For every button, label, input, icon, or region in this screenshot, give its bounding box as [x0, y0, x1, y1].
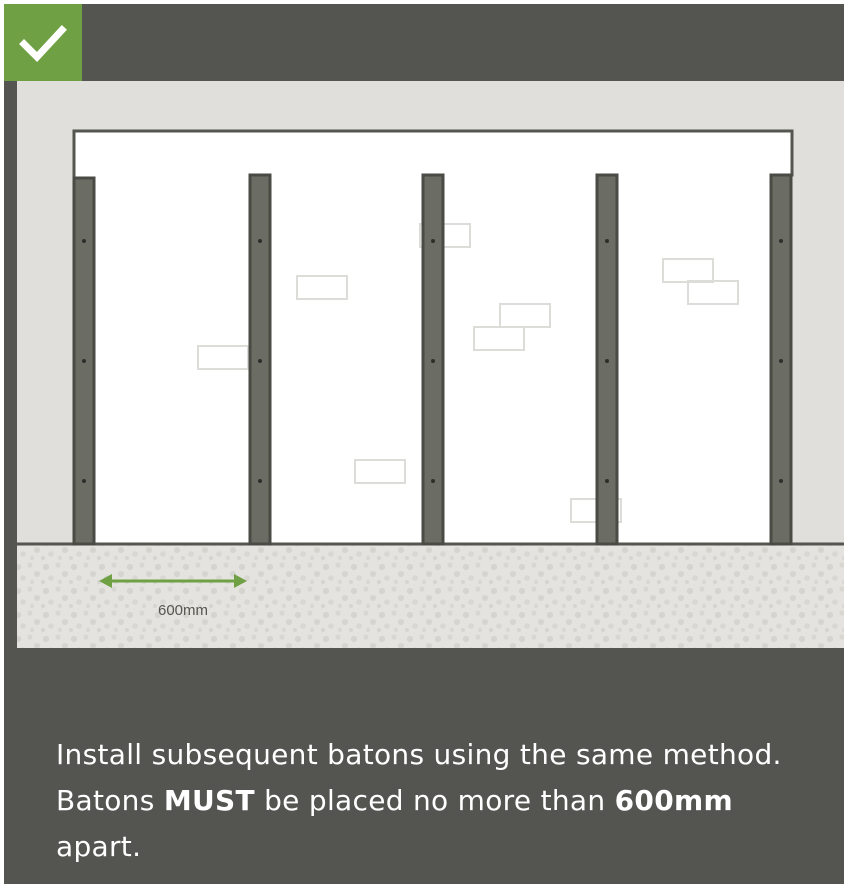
baton-5-screw-3 [779, 479, 783, 483]
baton-3-screw-3 [431, 479, 435, 483]
baton-1-screw-1 [82, 239, 86, 243]
baton-1-screw-3 [82, 479, 86, 483]
baton-2-screw-2 [258, 359, 262, 363]
checkmark-icon [19, 25, 67, 63]
emphasis-must: MUST [163, 784, 255, 817]
baton-5-screw-2 [779, 359, 783, 363]
baton-1-screw-2 [82, 359, 86, 363]
instruction-text: Install subsequent batons using the same… [56, 738, 782, 863]
baton-3-screw-2 [431, 359, 435, 363]
baton-2-screw-1 [258, 239, 262, 243]
baton-5-screw-1 [779, 239, 783, 243]
instruction-card: 600mm Install subsequent batons using th… [4, 4, 844, 884]
spacing-label: 600mm [157, 602, 209, 619]
success-badge [4, 4, 82, 81]
baton-installation-diagram: 600mm [13, 81, 844, 648]
emphasis-distance: 600mm [614, 784, 733, 817]
baton-3-screw-1 [431, 239, 435, 243]
baton-2-screw-3 [258, 479, 262, 483]
baton-4-screw-2 [605, 359, 609, 363]
baton-4-screw-1 [605, 239, 609, 243]
baton-4-screw-3 [605, 479, 609, 483]
